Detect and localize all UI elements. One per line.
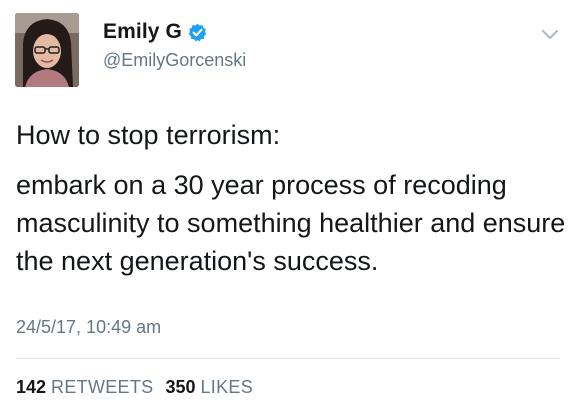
avatar-photo bbox=[15, 13, 79, 87]
tweet-paragraph: embark on a 30 year process of recoding … bbox=[16, 170, 566, 276]
likes-stat[interactable]: 350 LIKES bbox=[165, 377, 253, 398]
likes-label: LIKES bbox=[200, 377, 254, 397]
divider bbox=[16, 358, 560, 359]
avatar[interactable] bbox=[15, 13, 79, 87]
chevron-down-icon[interactable] bbox=[540, 28, 560, 42]
user-name-row[interactable]: Emily G bbox=[103, 20, 207, 44]
tweet-stats: 142 RETWEETS 350 LIKES bbox=[16, 377, 253, 398]
tweet-paragraph: How to stop terrorism: bbox=[16, 120, 281, 150]
tweet-timestamp[interactable]: 24/5/17, 10:49 am bbox=[16, 317, 161, 338]
user-handle[interactable]: @EmilyGorcenski bbox=[103, 50, 246, 71]
tweet-text: How to stop terrorism: embark on a 30 ye… bbox=[16, 116, 566, 280]
retweets-stat[interactable]: 142 RETWEETS bbox=[16, 377, 153, 398]
verified-badge-icon bbox=[188, 23, 207, 42]
likes-count: 350 bbox=[165, 377, 196, 397]
retweets-label: RETWEETS bbox=[51, 377, 154, 397]
retweets-count: 142 bbox=[16, 377, 47, 397]
display-name[interactable]: Emily G bbox=[103, 20, 182, 44]
